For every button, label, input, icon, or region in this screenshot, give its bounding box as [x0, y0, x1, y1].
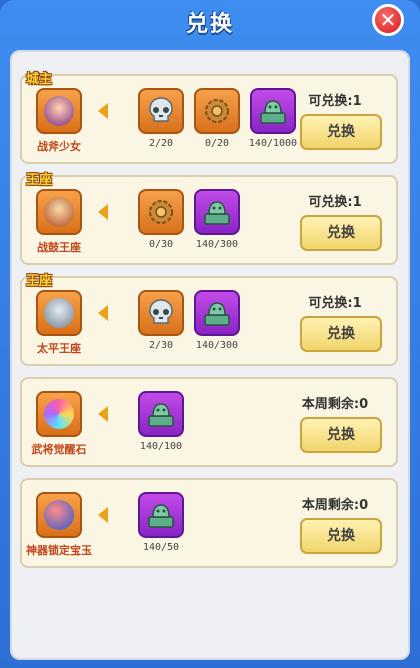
- material-count: 140/300: [195, 239, 239, 250]
- arrow-left-icon: [98, 305, 108, 321]
- reward-tag: 城主: [26, 72, 53, 87]
- hero-portrait-icon: [44, 96, 74, 126]
- reward-tag: 王座: [26, 274, 53, 289]
- exchange-window: 兑换 ✕ 城主战斧少女 2/20 0/20 140/1000可兑换:1兑换: [0, 0, 420, 668]
- material-count: 140/300: [195, 340, 239, 351]
- exchange-button[interactable]: 兑换: [300, 417, 382, 453]
- exchange-list: 城主 战斧少女 2/20 0/20 140/1000 可兑换:1 兑换 王座 战鼓王座: [10, 50, 410, 660]
- reward-item[interactable]: [36, 492, 82, 538]
- arrow-left-icon: [98, 406, 108, 422]
- reward-name: 战鼓王座: [37, 241, 81, 254]
- exchange-row: 王座 太平王座 2/30 140/300 可兑换:1 兑换: [20, 274, 398, 366]
- exchange-row: 城主 战斧少女 2/20 0/20 140/1000 可兑换:1 兑换: [20, 72, 398, 164]
- material-item[interactable]: [194, 290, 240, 336]
- crystal-icon: [44, 399, 74, 429]
- reward-name: 太平王座: [37, 342, 81, 355]
- close-icon: ✕: [379, 8, 397, 32]
- reward-name: 武将觉醒石: [31, 443, 87, 456]
- reward-item[interactable]: [36, 88, 82, 134]
- reward-item[interactable]: [36, 189, 82, 235]
- exchange-row: 王座 战鼓王座 0/30 140/300 可兑换:1 兑换: [20, 173, 398, 265]
- reward-item[interactable]: [36, 290, 82, 336]
- exchange-availability: 本周剩余:0: [301, 397, 369, 412]
- material-item[interactable]: [138, 492, 184, 538]
- exchange-availability: 可兑换:1: [308, 296, 362, 311]
- exchange-button[interactable]: 兑换: [300, 518, 382, 554]
- exchange-row: 神器锁定宝玉 140/50 本周剩余:0 兑换: [20, 478, 398, 568]
- material-count: 140/50: [142, 542, 180, 553]
- exchange-availability: 本周剩余:0: [301, 498, 369, 513]
- material-item[interactable]: [138, 189, 184, 235]
- material-item[interactable]: [138, 290, 184, 336]
- reward-name: 战斧少女: [37, 140, 81, 153]
- window-title: 兑换: [185, 12, 234, 37]
- jade-orb-icon: [44, 500, 74, 530]
- material-item[interactable]: [138, 88, 184, 134]
- peace-throne-icon: [44, 298, 74, 328]
- reward-tag: 王座: [26, 173, 53, 188]
- exchange-availability: 可兑换:1: [308, 195, 362, 210]
- material-count: 140/100: [139, 441, 183, 452]
- arrow-left-icon: [98, 204, 108, 220]
- material-item[interactable]: [138, 391, 184, 437]
- exchange-button[interactable]: 兑换: [300, 215, 382, 251]
- material-item[interactable]: [194, 189, 240, 235]
- reward-item[interactable]: [36, 391, 82, 437]
- exchange-button[interactable]: 兑换: [300, 316, 382, 352]
- exchange-availability: 可兑换:1: [308, 94, 362, 109]
- material-item[interactable]: [194, 88, 240, 134]
- arrow-left-icon: [98, 507, 108, 523]
- material-count: 140/1000: [248, 138, 298, 149]
- drum-throne-icon: [44, 197, 74, 227]
- exchange-row: 武将觉醒石 140/100 本周剩余:0 兑换: [20, 377, 398, 467]
- reward-name: 神器锁定宝玉: [26, 544, 92, 557]
- close-button[interactable]: ✕: [372, 4, 404, 36]
- arrow-left-icon: [98, 103, 108, 119]
- exchange-button[interactable]: 兑换: [300, 114, 382, 150]
